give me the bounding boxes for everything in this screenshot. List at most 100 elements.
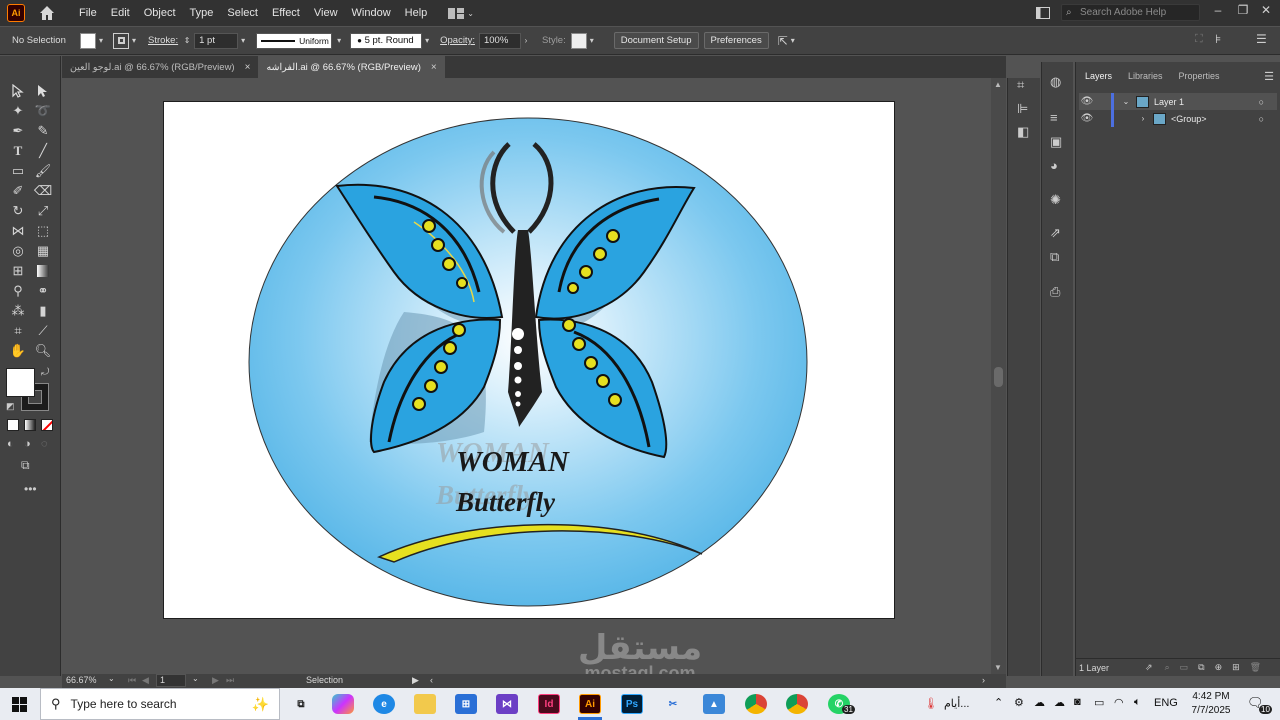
previous-artboard-icon[interactable]: ◀ <box>142 675 149 686</box>
tab-layers[interactable]: Layers <box>1078 71 1119 81</box>
opacity-label[interactable]: Opacity: <box>440 35 475 46</box>
document-setup-button[interactable]: Document Setup <box>613 32 699 49</box>
paintbrush-tool-icon[interactable]: 🖌 <box>34 162 52 180</box>
menu-item-effect[interactable]: Effect <box>265 7 307 19</box>
add-layer-icon[interactable]: ⊞ <box>1232 662 1240 673</box>
home-icon[interactable] <box>38 4 56 22</box>
draw-inside-icon[interactable]: ◌ <box>41 438 48 450</box>
stroke-swatch[interactable] <box>113 32 129 49</box>
hand-tool-icon[interactable]: ✋ <box>9 342 27 360</box>
draw-normal-icon[interactable]: ◐ <box>7 438 14 450</box>
mesh-tool-icon[interactable]: ⊞ <box>9 262 27 280</box>
magic-wand-tool-icon[interactable]: ✦ <box>9 102 27 120</box>
shaper-tool-icon[interactable]: ✐ <box>9 182 27 200</box>
search-input[interactable]: ⌕ Search Adobe Help <box>1061 4 1200 21</box>
target-icon[interactable]: ○ <box>1259 97 1264 107</box>
menu-item-view[interactable]: View <box>307 7 345 19</box>
arrange-icon[interactable]: ⇱ <box>778 34 788 48</box>
style-swatch[interactable] <box>570 32 587 49</box>
rectangle-tool-icon[interactable]: ▭ <box>9 162 27 180</box>
appearance-panel-icon[interactable]: ◍ <box>1050 74 1061 90</box>
pen-tool-icon[interactable]: ✒ <box>9 122 27 140</box>
slice-tool-icon[interactable]: ⟋ <box>34 322 52 340</box>
draw-behind-icon[interactable]: ◑ <box>24 438 31 450</box>
scroll-left-icon[interactable]: ‹ <box>430 675 433 685</box>
arrange-docs-icon[interactable] <box>1036 7 1050 19</box>
profile-dropdown[interactable]: ▾ <box>334 36 344 45</box>
close-icon[interactable]: × <box>245 62 251 73</box>
artboard[interactable]: WOMAN Butterfly WOMAN Butterfly <box>163 101 895 619</box>
opacity-arrow[interactable]: › <box>521 36 531 45</box>
eraser-tool-icon[interactable]: ⌫ <box>34 182 52 200</box>
export-icon[interactable]: ⇗ <box>1145 662 1153 673</box>
close-icon[interactable]: × <box>431 62 437 73</box>
scroll-thumb[interactable] <box>994 367 1003 387</box>
copilot-sparkle-icon[interactable]: ✨ <box>252 696 269 713</box>
gradient-mode-icon[interactable] <box>24 419 36 431</box>
color-mode-icon[interactable] <box>7 419 19 431</box>
delete-layer-icon[interactable]: 🗑︎ <box>1250 662 1261 673</box>
scroll-right-icon[interactable]: › <box>982 675 985 685</box>
rotate-tool-icon[interactable]: ↻ <box>9 202 27 220</box>
free-transform-tool-icon[interactable]: ⬚ <box>34 222 52 240</box>
windows-start-icon[interactable] <box>12 697 27 712</box>
new-layer-icon[interactable]: ⊕ <box>1215 662 1223 673</box>
clipping-mask-icon[interactable]: ▭ <box>1180 662 1189 673</box>
weather-icon[interactable]: 🌡︎ <box>924 697 938 710</box>
file-explorer-icon[interactable] <box>414 694 436 714</box>
panel-menu-icon[interactable]: ☰ <box>1264 70 1274 83</box>
last-artboard-icon[interactable]: ⏭ <box>226 675 234 686</box>
indesign-icon[interactable]: Id <box>538 694 560 714</box>
stroke-dropdown[interactable]: ▾ <box>129 36 139 45</box>
transform-icon[interactable]: ⛶ <box>1195 33 1203 46</box>
target-icon[interactable]: ○ <box>1259 114 1264 124</box>
weather-text[interactable]: أيام... <box>944 697 969 710</box>
locate-object-icon[interactable]: ⌕ <box>1165 662 1170 673</box>
export-panel-icon[interactable]: ⇗ <box>1050 225 1061 241</box>
width-tool-icon[interactable]: ⋈ <box>9 222 27 240</box>
screen-mode-icon[interactable]: ⧉ <box>21 458 30 473</box>
gradient-panel-icon[interactable]: ▣ <box>1050 134 1062 150</box>
type-tool-icon[interactable]: T <box>9 142 27 160</box>
task-view-icon[interactable]: ⧉ <box>290 694 312 714</box>
align-icon[interactable]: ⊧ <box>1215 32 1221 46</box>
stroke-weight-field[interactable]: 1 pt <box>194 32 239 49</box>
copilot-icon[interactable] <box>332 694 354 714</box>
symbols-panel-icon[interactable]: ✺ <box>1050 192 1061 208</box>
perspective-grid-tool-icon[interactable]: ▦ <box>34 242 52 260</box>
volume-icon[interactable]: 🔈︎ <box>1134 696 1141 709</box>
close-button[interactable]: ✕ <box>1256 3 1276 21</box>
gear-icon[interactable]: ⚙ <box>1014 696 1024 709</box>
scroll-up-icon[interactable]: ▲ <box>994 80 1002 89</box>
battery-icon[interactable]: ▭ <box>1094 696 1104 709</box>
snipping-tool-icon[interactable]: ✂ <box>662 694 684 714</box>
next-artboard-icon[interactable]: ▶ <box>212 675 219 686</box>
menu-item-object[interactable]: Object <box>137 7 183 19</box>
gradient-tool-icon[interactable] <box>34 262 52 280</box>
none-mode-icon[interactable] <box>41 419 53 431</box>
layer-row[interactable]: 👁︎ ⌄ Layer 1 ○ <box>1079 93 1277 110</box>
transform-panel-icon[interactable]: ⌗ <box>1017 77 1024 93</box>
stroke-label[interactable]: Stroke: <box>148 35 178 46</box>
group-name[interactable]: <Group> <box>1171 114 1207 124</box>
visual-studio-icon[interactable]: ⋈ <box>496 694 518 714</box>
menu-item-help[interactable]: Help <box>398 7 435 19</box>
direct-selection-tool-icon[interactable] <box>34 82 52 100</box>
align-panel-icon[interactable]: ⊫ <box>1017 101 1028 117</box>
stroke-weight-dropdown[interactable]: ▾ <box>238 36 248 45</box>
menu-item-file[interactable]: File <box>72 7 104 19</box>
tab-document-1[interactable]: لوجو العين.ai @ 66.67% (RGB/Preview) × <box>62 56 258 78</box>
clock[interactable]: 4:42 PM 7/7/2025 <box>1186 690 1236 718</box>
show-hidden-icons-chevron-up-icon[interactable]: ⌃ <box>994 696 1003 709</box>
workspace-switcher[interactable]: ⌄ <box>448 6 476 20</box>
restore-button[interactable]: ❐ <box>1233 3 1253 21</box>
vertical-scrollbar[interactable]: ▲ ▼ <box>991 78 1006 674</box>
pathfinder-panel-icon[interactable]: ◧ <box>1017 124 1029 140</box>
language-indicator[interactable]: ENG <box>1154 697 1178 709</box>
onedrive-icon[interactable]: ☁ <box>1054 696 1065 709</box>
butterfly-artwork[interactable]: WOMAN Butterfly WOMAN Butterfly <box>164 102 896 620</box>
selection-tool-icon[interactable] <box>9 82 27 100</box>
panel-menu-icon[interactable]: ☰ <box>1256 32 1267 46</box>
opacity-field[interactable]: 100% <box>478 32 521 49</box>
artboards-panel-icon[interactable]: ⧉ <box>1050 249 1059 265</box>
